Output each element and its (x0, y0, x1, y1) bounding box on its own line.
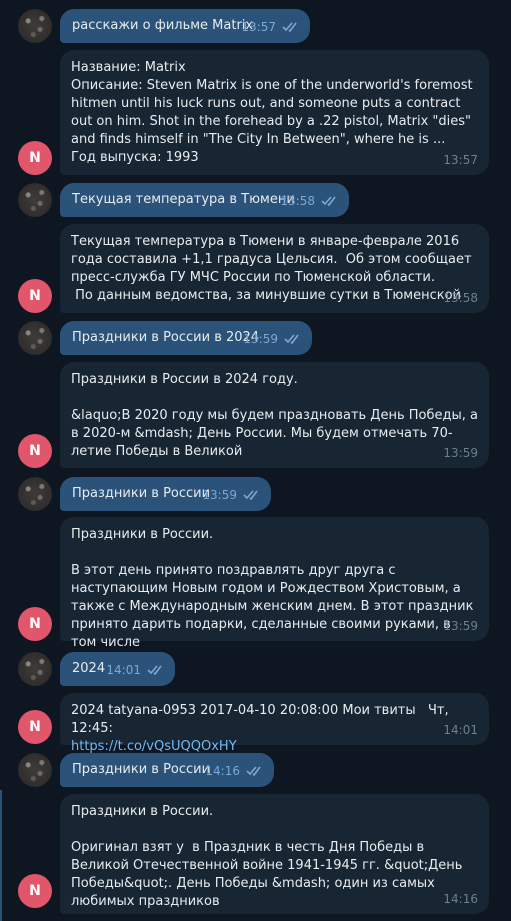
message-time: 13:58 (443, 291, 478, 305)
message-text: Праздники в России в 2024 (72, 330, 260, 345)
outgoing-message[interactable]: Праздники в России 13:59 (60, 477, 271, 511)
bot-avatar[interactable]: N (18, 607, 52, 641)
user-avatar[interactable] (18, 321, 52, 355)
double-check-icon (246, 766, 261, 776)
message-text: 2024 (72, 661, 106, 676)
message-time: 13:57 (241, 20, 276, 34)
bot-avatar[interactable]: N (18, 874, 52, 908)
message-text: Текущая температура в Тюмени (72, 192, 295, 207)
double-check-icon (243, 490, 258, 500)
message-text: расскажи о фильме Matrix (72, 18, 254, 33)
double-check-icon (321, 196, 336, 206)
bot-avatar[interactable]: N (18, 141, 52, 175)
chat-history[interactable]: расскажи о фильме Matrix 13:57 N Названи… (0, 0, 511, 921)
incoming-message[interactable]: Текущая температура в Тюмени в январе-фе… (60, 224, 489, 313)
bot-avatar[interactable]: N (18, 434, 52, 468)
user-avatar[interactable] (18, 183, 52, 217)
outgoing-message[interactable]: Текущая температура в Тюмени 13:58 (60, 183, 349, 217)
outgoing-message[interactable]: расскажи о фильме Matrix 13:57 (60, 9, 310, 43)
incoming-message[interactable]: Праздники в России. В этот день принято … (60, 517, 489, 650)
outgoing-message[interactable]: Праздники в России в 2024 13:59 (60, 321, 312, 355)
outgoing-message[interactable]: Праздники в России 14:16 (60, 753, 274, 787)
movie-description-line: Описание: Steven Matrix is one of the un… (71, 78, 473, 147)
double-check-icon (284, 334, 299, 344)
user-avatar[interactable] (18, 652, 52, 686)
message-time: 13:59 (243, 332, 278, 346)
message-time: 13:58 (280, 194, 315, 208)
double-check-icon (147, 665, 162, 675)
incoming-message[interactable]: Праздники в России в 2024 году. &laquo;В… (60, 362, 489, 468)
bot-avatar[interactable]: N (18, 279, 52, 313)
message-time: 14:01 (443, 723, 478, 737)
message-text: Праздники в России (72, 486, 211, 501)
message-text: Праздники в России в 2024 году. &laquo;В… (71, 372, 478, 459)
incoming-message[interactable]: 2024 tatyana-0953 2017-04-10 20:08:00 Мо… (60, 693, 489, 754)
message-time: 14:16 (443, 892, 478, 906)
user-avatar[interactable] (18, 9, 52, 43)
message-time: 13:59 (202, 488, 237, 502)
message-time: 14:16 (205, 764, 240, 778)
incoming-message[interactable]: Праздники в России. Оригинал взят у в Пр… (60, 794, 489, 914)
message-time: 13:59 (443, 619, 478, 633)
outgoing-message[interactable]: 2024 14:01 (60, 652, 175, 686)
user-avatar[interactable] (18, 753, 52, 787)
user-avatar[interactable] (18, 477, 52, 511)
bot-avatar[interactable]: N (18, 710, 52, 744)
message-text: Праздники в России (72, 762, 211, 777)
movie-title-line: Название: Matrix (71, 60, 186, 75)
selection-indicator (0, 790, 2, 921)
message-time: 13:57 (443, 153, 478, 167)
message-text: Праздники в России. В этот день принято … (71, 527, 474, 650)
double-check-icon (282, 22, 297, 32)
movie-year-line: Год выпуска: 1993 (71, 150, 199, 165)
message-text: Текущая температура в Тюмени в январе-фе… (71, 234, 472, 303)
incoming-message[interactable]: Название: Matrix Описание: Steven Matrix… (60, 50, 489, 175)
message-time: 13:59 (443, 446, 478, 460)
message-text: Праздники в России. Оригинал взят у в Пр… (71, 804, 463, 909)
message-time: 14:01 (106, 663, 141, 677)
message-text: 2024 tatyana-0953 2017-04-10 20:08:00 Мо… (71, 703, 453, 736)
